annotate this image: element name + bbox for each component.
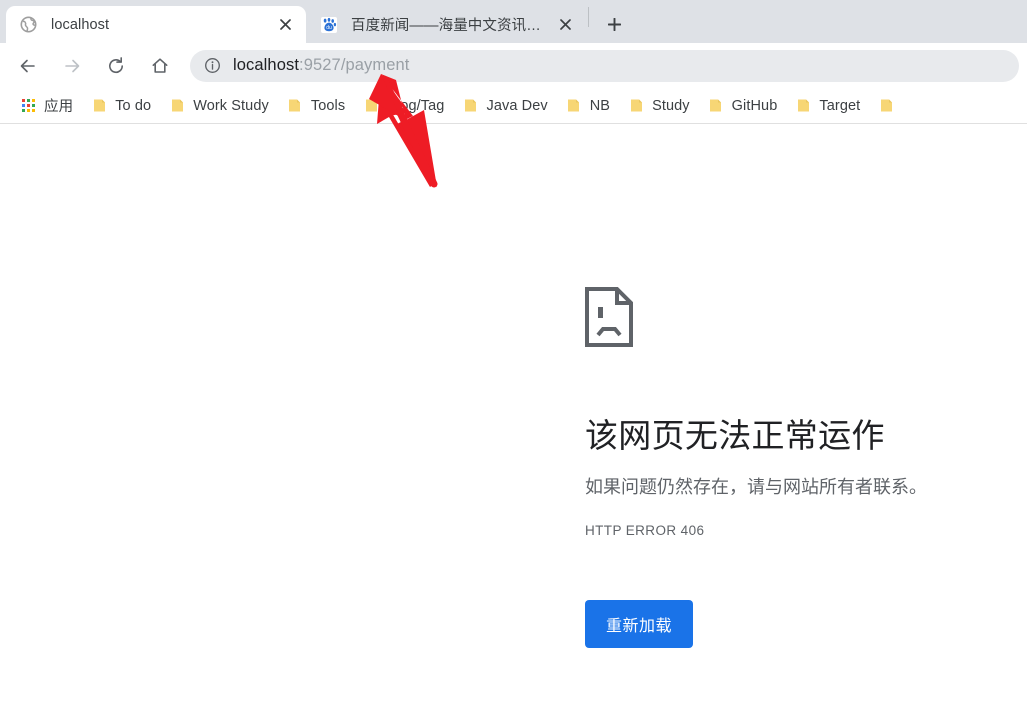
apps-grid-icon: [20, 98, 36, 114]
url-path: :9527/payment: [299, 56, 410, 74]
folder-icon: [363, 98, 379, 114]
bookmark-to-do[interactable]: To do: [83, 93, 159, 119]
folder-icon: [878, 98, 894, 114]
folder-icon: [795, 98, 811, 114]
browser-toolbar: localhost:9527/payment: [0, 43, 1027, 88]
tab-separator: [588, 7, 589, 27]
error-description: 如果问题仍然存在，请与网站所有者联系。: [585, 476, 927, 497]
bookmark-work-study[interactable]: Work Study: [161, 93, 277, 119]
folder-icon: [287, 98, 303, 114]
folder-icon: [566, 98, 582, 114]
tab-title: localhost: [51, 16, 110, 33]
browser-window: localhost du 百度新闻——海量中文资讯平台 localhost:95…: [0, 0, 1027, 715]
bookmark-label: Target: [819, 97, 861, 114]
folder-icon: [708, 98, 724, 114]
address-bar[interactable]: localhost:9527/payment: [190, 49, 1019, 82]
home-icon[interactable]: [144, 50, 176, 82]
baidu-icon: du: [320, 16, 337, 33]
error-code: HTTP ERROR 406: [585, 522, 705, 538]
bookmark-label: GitHub: [731, 97, 778, 114]
bookmark-target[interactable]: Target: [787, 93, 868, 119]
bookmark-github[interactable]: GitHub: [700, 93, 786, 119]
bookmark-tools[interactable]: Tools: [279, 93, 353, 119]
tab-title: 百度新闻——海量中文资讯平台: [351, 18, 550, 34]
bookmark-blog-tag[interactable]: Blog/Tag: [355, 93, 452, 119]
folder-icon: [169, 98, 185, 114]
close-icon[interactable]: [274, 14, 296, 36]
reload-button[interactable]: 重新加载: [585, 599, 694, 648]
bookmarks-bar: 应用 To do Work Study Tools Blog/Tag Java …: [0, 88, 1027, 124]
sad-document-icon: [585, 287, 985, 352]
page-viewport: 该网页无法正常运作 如果问题仍然存在，请与网站所有者联系。 HTTP ERROR…: [0, 124, 1027, 715]
tab-strip: localhost du 百度新闻——海量中文资讯平台: [0, 0, 1027, 43]
bookmark-overflow[interactable]: [870, 93, 910, 119]
tab-baidu-news[interactable]: du 百度新闻——海量中文资讯平台: [306, 6, 586, 43]
bookmark-label: Tools: [310, 97, 346, 114]
bookmark-study[interactable]: Study: [620, 93, 698, 119]
bookmark-label: Study: [652, 97, 690, 114]
close-icon[interactable]: [554, 14, 576, 36]
svg-text:du: du: [326, 25, 332, 31]
info-circle-icon[interactable]: [203, 56, 222, 75]
bookmark-apps[interactable]: 应用: [12, 93, 81, 119]
back-arrow-icon[interactable]: [12, 50, 44, 82]
error-title: 该网页无法正常运作: [585, 417, 885, 454]
tab-localhost[interactable]: localhost: [6, 6, 306, 43]
error-page: 该网页无法正常运作 如果问题仍然存在，请与网站所有者联系。 HTTP ERROR…: [585, 287, 985, 648]
bookmark-label: Java Dev: [486, 97, 548, 114]
url-text: localhost:9527/payment: [233, 56, 410, 75]
bookmark-label: Blog/Tag: [387, 97, 445, 114]
bookmark-label: To do: [115, 97, 152, 114]
bookmark-nb[interactable]: NB: [558, 93, 618, 119]
new-tab-button[interactable]: [597, 7, 631, 41]
url-host: localhost: [233, 56, 300, 74]
folder-icon: [462, 98, 478, 114]
bookmark-label: NB: [589, 97, 611, 114]
bookmark-java-dev[interactable]: Java Dev: [454, 93, 555, 119]
folder-icon: [91, 98, 107, 114]
bookmark-label: Work Study: [193, 97, 269, 114]
bookmark-label: 应用: [44, 99, 74, 115]
reload-icon[interactable]: [100, 50, 132, 82]
globe-icon: [20, 16, 37, 33]
folder-icon: [628, 98, 644, 114]
forward-arrow-icon: [56, 50, 88, 82]
